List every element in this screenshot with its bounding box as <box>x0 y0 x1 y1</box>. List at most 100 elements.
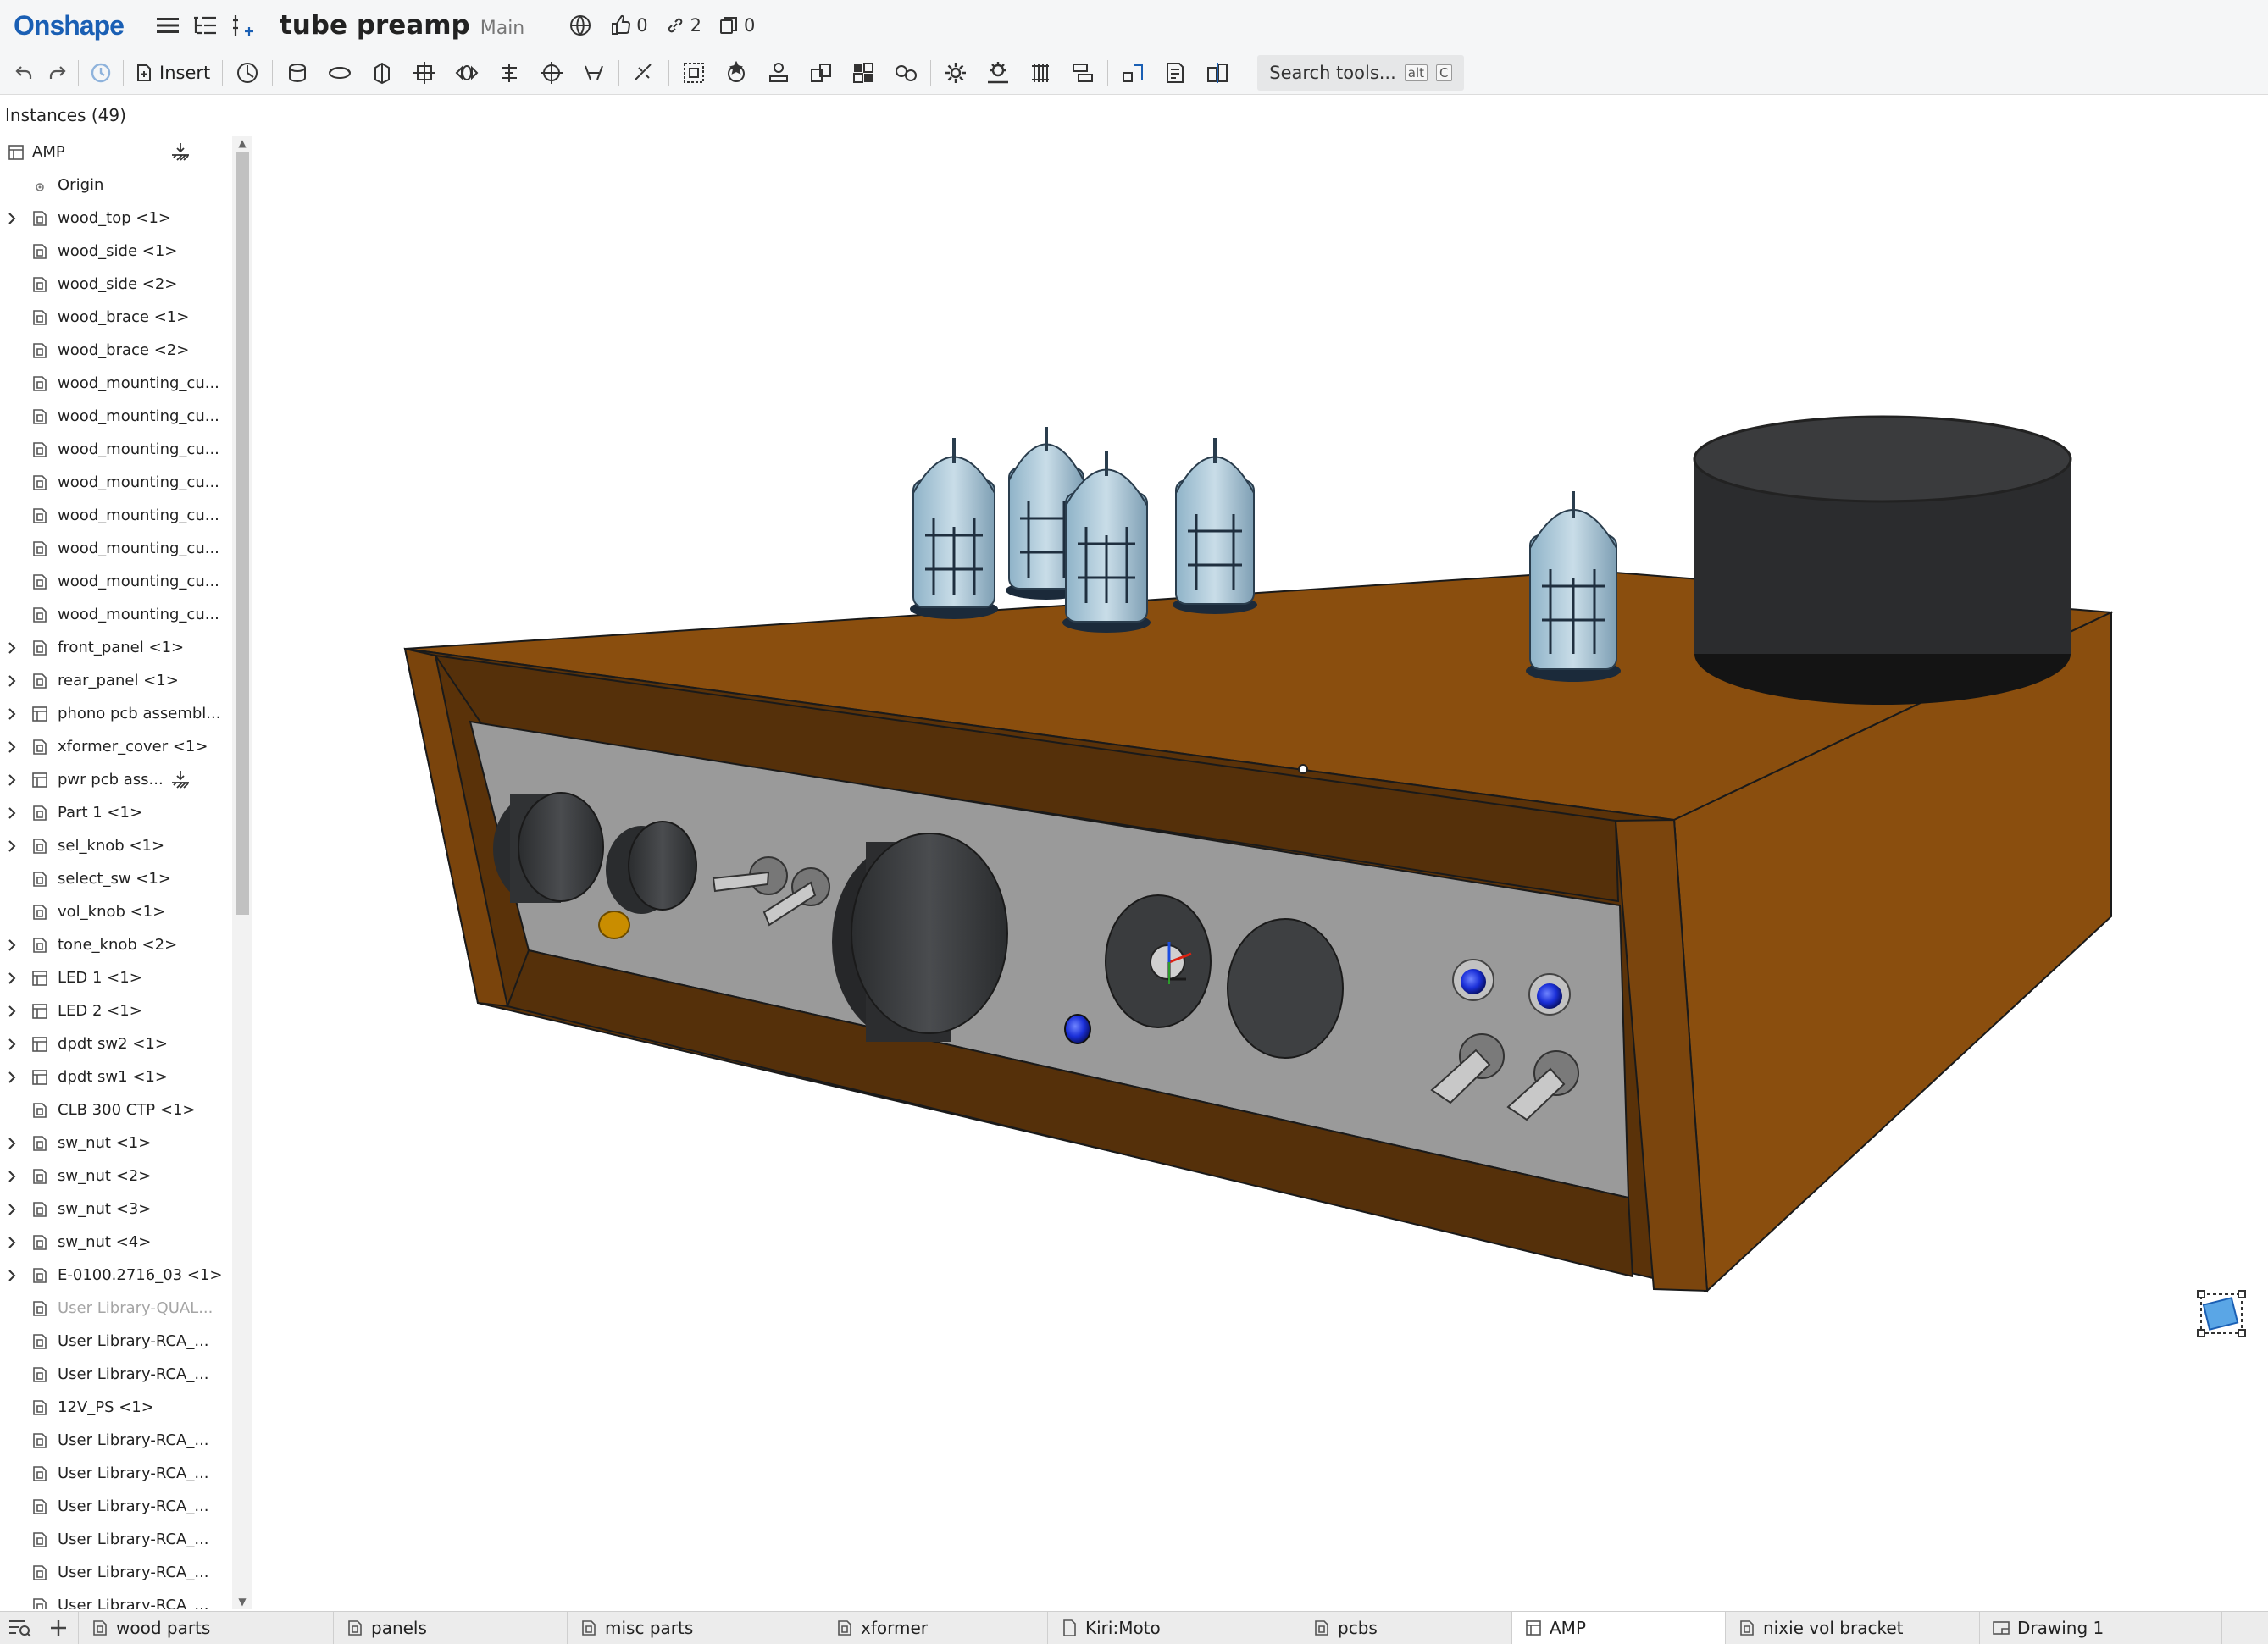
tree-item[interactable]: wood_brace <1> <box>0 301 232 334</box>
mass-properties-icon[interactable] <box>1154 54 1196 91</box>
tree-item[interactable]: tone_knob <2> <box>0 928 232 961</box>
tree-item[interactable]: User Library-QUAL... <box>0 1292 232 1325</box>
undo-icon[interactable] <box>7 54 41 91</box>
tab-nixie-vol-bracket[interactable]: nixie vol bracket <box>1726 1611 1980 1644</box>
ground-icon[interactable] <box>169 141 191 163</box>
tree-item[interactable]: User Library-RCA_... <box>0 1358 232 1391</box>
tree-item[interactable]: User Library-RCA_... <box>0 1490 232 1523</box>
chevron-right-icon[interactable] <box>5 1236 19 1249</box>
measure-icon[interactable] <box>1112 54 1154 91</box>
tab-misc-parts[interactable]: misc parts <box>568 1611 823 1644</box>
tree-item[interactable]: User Library-RCA_... <box>0 1589 232 1609</box>
gear-settings-icon[interactable] <box>934 54 977 91</box>
tree-item[interactable]: Part 1 <1> <box>0 796 232 829</box>
chevron-right-icon[interactable] <box>5 1137 19 1150</box>
tab-pcbs[interactable]: pcbs <box>1300 1611 1512 1644</box>
link-icon[interactable] <box>660 7 690 44</box>
scroll-up-icon[interactable]: ▲ <box>236 137 249 149</box>
like-icon[interactable] <box>606 7 636 44</box>
tangent-mate-icon[interactable] <box>623 54 665 91</box>
mate-pattern-icon[interactable] <box>800 54 842 91</box>
vacuum-tube-1[interactable] <box>910 438 998 619</box>
tree-item[interactable]: LED 1 <1> <box>0 961 232 994</box>
vacuum-tube-5[interactable] <box>1526 491 1621 682</box>
cylindrical-mate-icon[interactable] <box>446 54 488 91</box>
tree-root-amp[interactable]: AMP <box>0 136 232 169</box>
tree-item[interactable]: wood_mounting_cu... <box>0 598 232 631</box>
tree-item[interactable]: wood_brace <2> <box>0 334 232 367</box>
parallel-mate-icon[interactable] <box>573 54 615 91</box>
tree-item[interactable]: dpdt sw2 <1> <box>0 1027 232 1060</box>
tab-filter-icon[interactable] <box>0 1612 39 1644</box>
tree-item[interactable]: User Library-RCA_... <box>0 1457 232 1490</box>
linear-relation-icon[interactable] <box>1062 54 1104 91</box>
tree-item[interactable]: wood_mounting_cu... <box>0 565 232 598</box>
assembly-model[interactable] <box>256 95 2268 1611</box>
origin-marker[interactable] <box>1298 764 1308 774</box>
tree-item[interactable]: dpdt sw1 <1> <box>0 1060 232 1093</box>
meter-knob[interactable] <box>1105 894 1212 1028</box>
onshape-logo[interactable]: Onshape <box>14 10 125 42</box>
fastened-mate-icon[interactable] <box>276 54 319 91</box>
ball-mate-icon[interactable] <box>530 54 573 91</box>
blank-knob[interactable] <box>1227 918 1344 1059</box>
tree-item[interactable]: xformer_cover <1> <box>0 730 232 763</box>
tab-amp[interactable]: AMP <box>1512 1611 1726 1644</box>
tree-item[interactable]: User Library-RCA_... <box>0 1523 232 1556</box>
add-variable-icon[interactable] <box>224 7 261 44</box>
scroll-thumb[interactable] <box>236 152 249 915</box>
mate-connector-icon[interactable] <box>226 54 269 91</box>
tree-item[interactable]: sw_nut <3> <box>0 1193 232 1226</box>
tree-item[interactable]: pwr pcb ass... <box>0 763 232 796</box>
tree-item[interactable]: wood_top <1> <box>0 202 232 235</box>
search-tools-input[interactable]: Search tools... alt C <box>1257 54 1464 91</box>
tree-item[interactable]: User Library-RCA_... <box>0 1556 232 1589</box>
hamburger-menu-icon[interactable] <box>149 7 186 44</box>
group-icon[interactable] <box>673 54 715 91</box>
tree-item[interactable]: wood_mounting_cu... <box>0 433 232 466</box>
chevron-right-icon[interactable] <box>5 1269 19 1282</box>
tree-item[interactable]: wood_side <2> <box>0 268 232 301</box>
tree-item[interactable]: User Library-RCA_... <box>0 1424 232 1457</box>
led-1[interactable] <box>1452 959 1494 1001</box>
tab-wood-parts[interactable]: wood parts <box>78 1611 334 1644</box>
chevron-right-icon[interactable] <box>5 740 19 754</box>
rack-pinion-icon[interactable] <box>977 54 1019 91</box>
tree-item[interactable]: E-0100.2716_03 <1> <box>0 1259 232 1292</box>
scroll-down-icon[interactable]: ▼ <box>236 1596 249 1608</box>
planar-mate-icon[interactable] <box>403 54 446 91</box>
tree-item[interactable]: sw_nut <1> <box>0 1126 232 1160</box>
tree-item[interactable]: sw_nut <4> <box>0 1226 232 1259</box>
document-title[interactable]: tube preamp <box>280 10 470 41</box>
tree-item-origin[interactable]: Origin <box>0 169 232 202</box>
chevron-right-icon[interactable] <box>5 212 19 225</box>
ground-icon[interactable] <box>169 769 191 791</box>
add-tab-icon[interactable] <box>39 1612 78 1644</box>
chevron-right-icon[interactable] <box>5 971 19 985</box>
chevron-right-icon[interactable] <box>5 674 19 688</box>
tab-xformer[interactable]: xformer <box>823 1611 1048 1644</box>
blue-led-small[interactable] <box>1064 1014 1091 1044</box>
chevron-right-icon[interactable] <box>5 707 19 721</box>
chevron-right-icon[interactable] <box>5 839 19 853</box>
pin-slot-mate-icon[interactable] <box>488 54 530 91</box>
tree-item[interactable]: CLB 300 CTP <1> <box>0 1093 232 1126</box>
instances-scrollbar[interactable]: ▲ ▼ <box>232 136 252 1609</box>
gear-relation-icon[interactable] <box>884 54 927 91</box>
tree-item[interactable]: wood_mounting_cu... <box>0 532 232 565</box>
tree-item[interactable]: User Library-RCA_... <box>0 1325 232 1358</box>
tree-item[interactable]: vol_knob <1> <box>0 895 232 928</box>
chevron-right-icon[interactable] <box>5 1203 19 1216</box>
tree-item[interactable]: sel_knob <1> <box>0 829 232 862</box>
chevron-right-icon[interactable] <box>5 1170 19 1183</box>
feature-list-icon[interactable] <box>186 7 224 44</box>
slider-mate-icon[interactable] <box>361 54 403 91</box>
branch-label[interactable]: Main <box>480 18 525 39</box>
tree-item[interactable]: rear_panel <1> <box>0 664 232 697</box>
globe-icon[interactable] <box>562 7 599 44</box>
screw-relation-icon[interactable] <box>1019 54 1062 91</box>
mate-connector-star-icon[interactable] <box>715 54 757 91</box>
insert-button[interactable]: Insert <box>127 56 219 90</box>
chevron-right-icon[interactable] <box>5 1071 19 1084</box>
tab-panels[interactable]: panels <box>334 1611 568 1644</box>
